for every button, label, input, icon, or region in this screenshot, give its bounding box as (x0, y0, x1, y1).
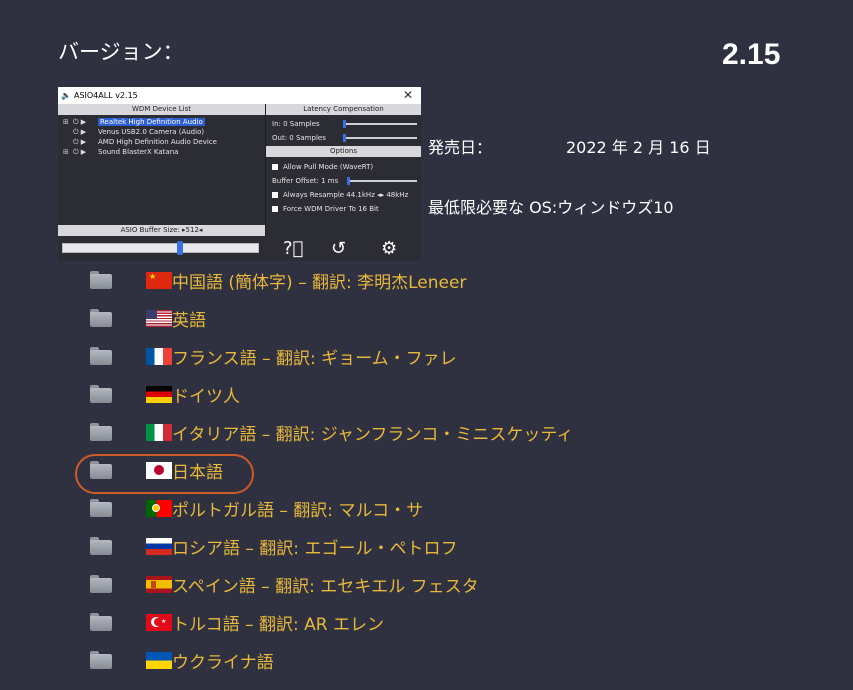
folder-icon (90, 537, 112, 555)
release-date-label: 発売日： (428, 138, 493, 157)
speaker-icon: 🔈 (61, 91, 71, 100)
folder-icon (90, 575, 112, 593)
language-label[interactable]: ロシア語 – 翻訳: エゴール・ペトロフ (172, 534, 457, 559)
portugal-flag-icon (146, 499, 172, 517)
option-buffer-offset: Buffer Offset: 1 ms (266, 174, 421, 188)
buffer-size-header: ASIO Buffer Size: ▸512◂ (58, 225, 265, 236)
device-status-icon: ⏻ ▶ (73, 138, 87, 146)
folder-icon (90, 309, 112, 327)
device-item: ⏻ ▶ AMD High Definition Audio Device (73, 138, 217, 146)
device-status-icon: ⏻ ▶ (73, 148, 87, 156)
wdm-header: WDM Device List (58, 104, 265, 115)
language-item-russian[interactable]: ロシア語 – 翻訳: エゴール・ペトロフ (90, 531, 457, 561)
spain-flag-icon (146, 575, 172, 593)
buffer-size-slider (62, 241, 259, 255)
italy-flag-icon (146, 423, 172, 441)
help-icon: ?⃝ (283, 238, 304, 259)
release-date-value: 2022 年 2 月 16 日 (566, 138, 711, 157)
device-item: ⊞ ⏻ ▶ Sound BlasterX Katana (63, 148, 179, 156)
folder-icon (90, 347, 112, 365)
language-item-italian[interactable]: イタリア語 – 翻訳: ジャンフランコ・ミニスケッティ (90, 417, 573, 447)
version-label: バージョン： (58, 40, 184, 64)
language-label[interactable]: イタリア語 – 翻訳: ジャンフランコ・ミニスケッティ (172, 420, 573, 445)
settings-icon: ⚙ (381, 238, 398, 259)
language-item-english[interactable]: 英語 (90, 303, 206, 333)
latency-header: Latency Compensation (266, 104, 421, 115)
turkey-flag-icon: ★ (146, 613, 172, 631)
app-title: ASIO4ALL v2.15 (73, 91, 138, 100)
germany-flag-icon (146, 385, 172, 403)
asio4all-screenshot: 🔈 ASIO4ALL v2.15 ✕ WDM Device List ⊞ ⏻ ▶ R… (58, 87, 421, 261)
folder-icon (90, 651, 112, 669)
device-status-icon: ⏻ ▶ (73, 128, 87, 136)
language-item-spanish[interactable]: スペイン語 – 翻訳: エセキエル フェスタ (90, 569, 479, 599)
options-header: Options (266, 146, 421, 157)
option-force-16bit: Force WDM Driver To 16 Bit (266, 202, 421, 216)
language-item-japanese[interactable]: 日本語 (90, 455, 223, 485)
language-item-german[interactable]: ドイツ人 (90, 379, 240, 409)
language-item-chinese[interactable]: ★ 中国語 (簡体字) – 翻訳: 李明杰Leneer (90, 265, 466, 295)
expand-icon: ⊞ (63, 118, 69, 126)
folder-icon (90, 423, 112, 441)
language-item-turkish[interactable]: ★ トルコ語 – 翻訳: AR エレン (90, 607, 384, 637)
france-flag-icon (146, 347, 172, 365)
language-item-ukrainian[interactable]: ウクライナ語 (90, 645, 274, 675)
language-item-french[interactable]: フランス語 – 翻訳: ギョーム・ファレ (90, 341, 457, 371)
folder-icon (90, 271, 112, 289)
japan-flag-icon (146, 461, 172, 479)
device-item: ⊞ ⏻ ▶ Realtek High Definition Audio (63, 118, 205, 126)
folder-icon (90, 499, 112, 517)
device-item: ⏻ ▶ Venus USB2.0 Camera (Audio) (73, 128, 205, 136)
language-label[interactable]: 英語 (172, 306, 206, 331)
close-icon: ✕ (402, 88, 413, 102)
folder-icon (90, 461, 112, 479)
language-label[interactable]: ウクライナ語 (172, 648, 274, 673)
expand-icon: ⊞ (63, 148, 69, 156)
latency-out-row: Out: 0 Samples (266, 131, 421, 145)
language-label[interactable]: スペイン語 – 翻訳: エセキエル フェスタ (172, 572, 479, 597)
ukraine-flag-icon (146, 651, 172, 669)
language-label[interactable]: ドイツ人 (172, 382, 240, 407)
language-label[interactable]: 中国語 (簡体字) – 翻訳: 李明杰Leneer (172, 268, 466, 293)
option-resample: Always Resample 44.1kHz ◂▸ 48kHz (266, 188, 421, 202)
option-pull-mode: Allow Pull Mode (WaveRT) (266, 160, 421, 174)
language-label[interactable]: ポルトガル語 – 翻訳: マルコ・サ (172, 496, 423, 521)
device-status-icon: ⏻ ▶ (73, 118, 87, 126)
folder-icon (90, 613, 112, 631)
wdm-device-panel: WDM Device List ⊞ ⏻ ▶ Realtek High Definit… (58, 104, 265, 237)
china-flag-icon: ★ (146, 271, 172, 289)
latency-in-row: In: 0 Samples (266, 117, 421, 131)
app-titlebar: 🔈 ASIO4ALL v2.15 ✕ (58, 87, 421, 104)
latency-panel: Latency Compensation In: 0 Samples Out: … (265, 104, 421, 237)
app-bottom-bar: ?⃝ ↺ ⚙ (58, 237, 421, 261)
os-requirement: 最低限必要な OS:ウィンドウズ10 (428, 198, 674, 217)
version-number: 2.15 (722, 38, 781, 71)
folder-icon (90, 385, 112, 403)
language-item-portuguese[interactable]: ポルトガル語 – 翻訳: マルコ・サ (90, 493, 423, 523)
reset-icon: ↺ (331, 238, 347, 259)
language-label[interactable]: フランス語 – 翻訳: ギョーム・ファレ (172, 344, 457, 369)
russia-flag-icon (146, 537, 172, 555)
usa-flag-icon (146, 309, 172, 327)
language-label[interactable]: トルコ語 – 翻訳: AR エレン (172, 610, 384, 635)
language-label[interactable]: 日本語 (172, 458, 223, 483)
